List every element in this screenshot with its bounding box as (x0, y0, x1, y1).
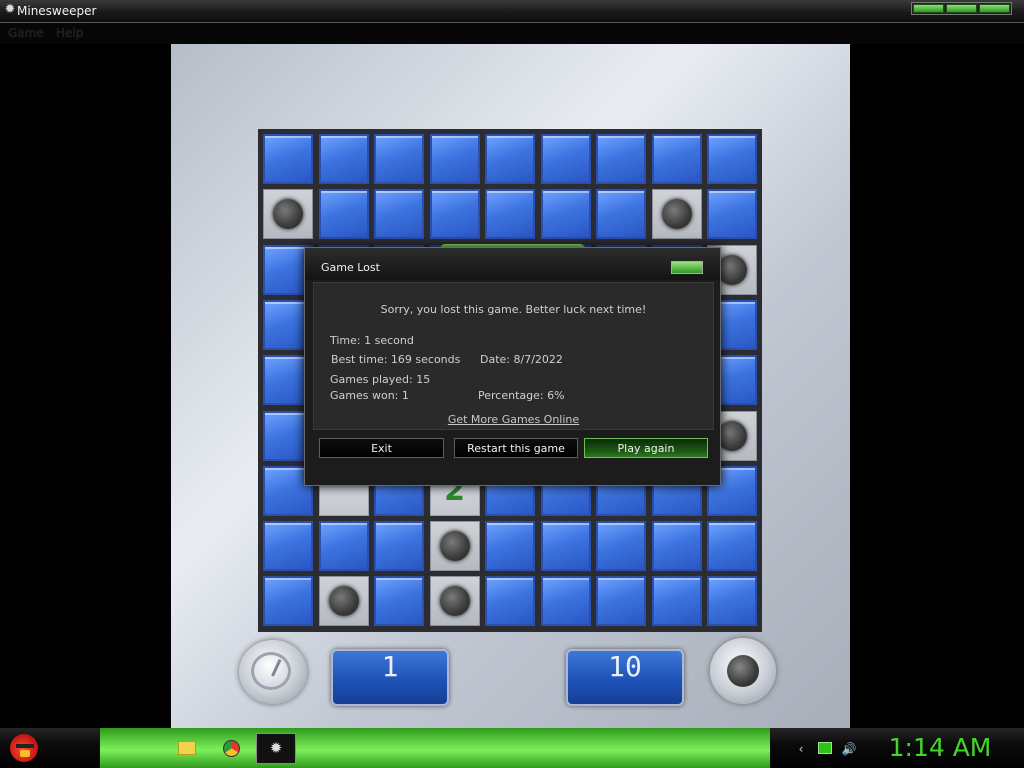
mine-icon (661, 199, 692, 230)
taskbar-clock[interactable]: 1:14 AM (880, 733, 1000, 763)
mine-icon (717, 254, 747, 285)
mine-icon (717, 420, 747, 451)
close-button[interactable] (979, 4, 1010, 13)
covered-cell[interactable] (485, 521, 535, 572)
angry-bird-icon (10, 734, 38, 762)
mine-icon (439, 586, 470, 617)
covered-cell[interactable] (485, 134, 535, 184)
volume-icon[interactable]: 🔊 (841, 742, 857, 756)
menu-bar: Game Help (0, 23, 1024, 44)
mine-counter-icon (710, 638, 776, 704)
mine-icon (328, 586, 359, 617)
mine-cell[interactable] (429, 521, 480, 572)
covered-cell[interactable] (429, 189, 480, 240)
window-title: Minesweeper (17, 4, 97, 18)
minesweeper-icon: ✹ (269, 739, 283, 757)
mine-icon (439, 531, 470, 562)
window-titlebar: ✹ Minesweeper (0, 0, 1024, 23)
covered-cell[interactable] (263, 134, 313, 184)
covered-cell[interactable] (485, 189, 535, 240)
maximize-button[interactable] (946, 4, 977, 13)
minimize-button[interactable] (913, 4, 944, 13)
exit-button[interactable]: Exit (319, 438, 444, 458)
covered-cell[interactable] (374, 189, 424, 240)
dialog-body: Sorry, you lost this game. Better luck n… (313, 282, 714, 430)
stat-games-won: Games won: 1 (330, 389, 409, 402)
covered-cell[interactable] (707, 189, 757, 240)
stat-percentage: Percentage: 6% (478, 389, 565, 402)
timer-display: 1 (331, 649, 449, 706)
covered-cell[interactable] (318, 189, 369, 240)
dialog-titlebar: Game Lost (305, 248, 720, 280)
mine-cell[interactable] (429, 576, 480, 627)
covered-cell[interactable] (651, 134, 702, 184)
dialog-message: Sorry, you lost this game. Better luck n… (380, 303, 647, 316)
mine-cell[interactable] (263, 189, 313, 240)
timer-icon (239, 640, 307, 704)
covered-cell[interactable] (540, 189, 591, 240)
chrome-icon[interactable] (219, 737, 243, 759)
covered-cell[interactable] (651, 521, 702, 572)
covered-cell[interactable] (318, 134, 369, 184)
covered-cell[interactable] (374, 134, 424, 184)
mine-cell[interactable] (651, 189, 702, 240)
stat-time: Time: 1 second (330, 334, 414, 347)
network-icon[interactable] (817, 742, 833, 756)
covered-cell[interactable] (707, 521, 757, 572)
covered-cell[interactable] (485, 576, 535, 627)
covered-cell[interactable] (596, 576, 646, 627)
folder-icon[interactable] (175, 737, 199, 759)
dialog-title: Game Lost (321, 261, 380, 274)
mine-cell[interactable] (318, 576, 369, 627)
covered-cell[interactable] (707, 134, 757, 184)
arrow-icon[interactable]: ‹ (793, 742, 809, 756)
play-again-button[interactable]: Play again (584, 438, 708, 458)
covered-cell[interactable] (540, 576, 591, 627)
taskbar-glow (100, 728, 770, 768)
restart-game-button[interactable]: Restart this game (454, 438, 578, 458)
minesweeper-app-icon: ✹ (4, 2, 16, 17)
menu-help[interactable]: Help (56, 26, 83, 40)
covered-cell[interactable] (596, 189, 646, 240)
covered-cell[interactable] (540, 521, 591, 572)
menu-game[interactable]: Game (8, 26, 44, 40)
covered-cell[interactable] (596, 134, 646, 184)
covered-cell[interactable] (707, 576, 757, 627)
game-lost-dialog: Game Lost Sorry, you lost this game. Bet… (304, 247, 721, 486)
covered-cell[interactable] (651, 576, 702, 627)
stat-best-time: Best time: 169 seconds (331, 353, 461, 366)
covered-cell[interactable] (596, 521, 646, 572)
dialog-close-button[interactable] (671, 261, 703, 274)
mines-remaining-display: 10 (566, 649, 684, 706)
covered-cell[interactable] (318, 521, 369, 572)
window-controls (911, 2, 1012, 15)
get-more-games-link[interactable]: Get More Games Online (314, 413, 713, 426)
covered-cell[interactable] (263, 576, 313, 627)
stat-date: Date: 8/7/2022 (480, 353, 563, 366)
covered-cell[interactable] (540, 134, 591, 184)
stat-games-played: Games played: 15 (330, 373, 431, 386)
mine-icon (273, 199, 303, 230)
covered-cell[interactable] (429, 134, 480, 184)
minesweeper-taskbar-button[interactable]: ✹ (256, 733, 296, 764)
covered-cell[interactable] (374, 576, 424, 627)
start-button[interactable] (2, 730, 50, 768)
covered-cell[interactable] (263, 521, 313, 572)
covered-cell[interactable] (374, 521, 424, 572)
